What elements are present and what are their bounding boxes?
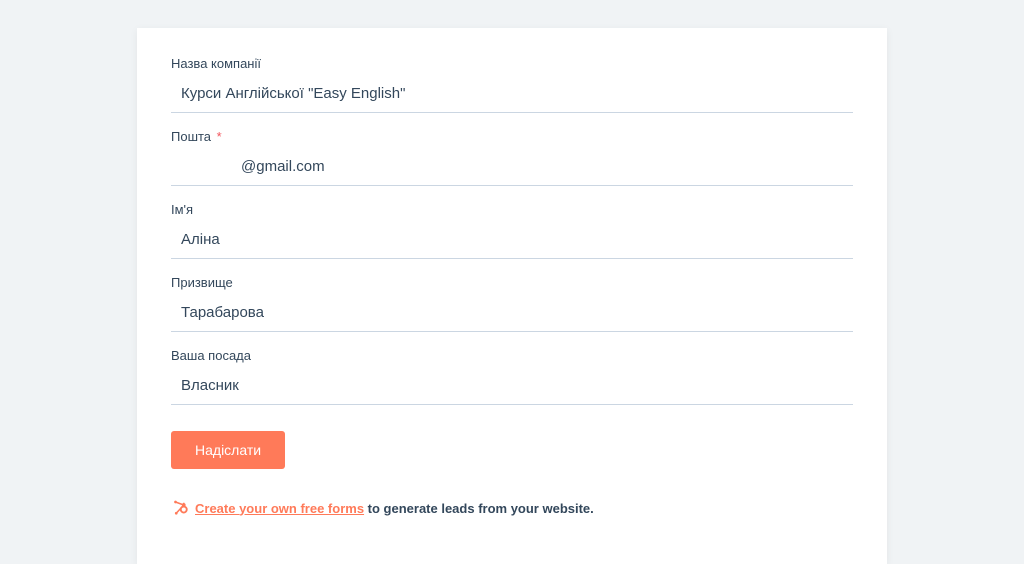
create-forms-link[interactable]: Create your own free forms: [195, 501, 364, 516]
email-label: Пошта *: [171, 129, 853, 144]
lastname-label: Призвище: [171, 275, 853, 290]
form-card: Назва компанії Пошта * @gmail.com Ім'я П…: [137, 28, 887, 564]
field-lastname: Призвище: [171, 275, 853, 332]
field-email: Пошта * @gmail.com: [171, 129, 853, 186]
field-firstname: Ім'я: [171, 202, 853, 259]
footer-text: Create your own free forms to generate l…: [195, 501, 594, 516]
company-label: Назва компанії: [171, 56, 853, 71]
email-label-text: Пошта: [171, 129, 211, 144]
footer-rest-text: to generate leads from your website.: [364, 501, 594, 516]
company-input[interactable]: [171, 77, 853, 113]
firstname-label: Ім'я: [171, 202, 853, 217]
footer-note: Create your own free forms to generate l…: [171, 499, 853, 517]
field-company: Назва компанії: [171, 56, 853, 113]
firstname-input[interactable]: [171, 223, 853, 259]
position-label: Ваша посада: [171, 348, 853, 363]
email-input[interactable]: @gmail.com: [171, 150, 853, 186]
position-input[interactable]: [171, 369, 853, 405]
submit-button[interactable]: Надіслати: [171, 431, 285, 469]
field-position: Ваша посада: [171, 348, 853, 405]
lastname-input[interactable]: [171, 296, 853, 332]
required-indicator: *: [217, 129, 222, 144]
hubspot-icon: [171, 499, 189, 517]
